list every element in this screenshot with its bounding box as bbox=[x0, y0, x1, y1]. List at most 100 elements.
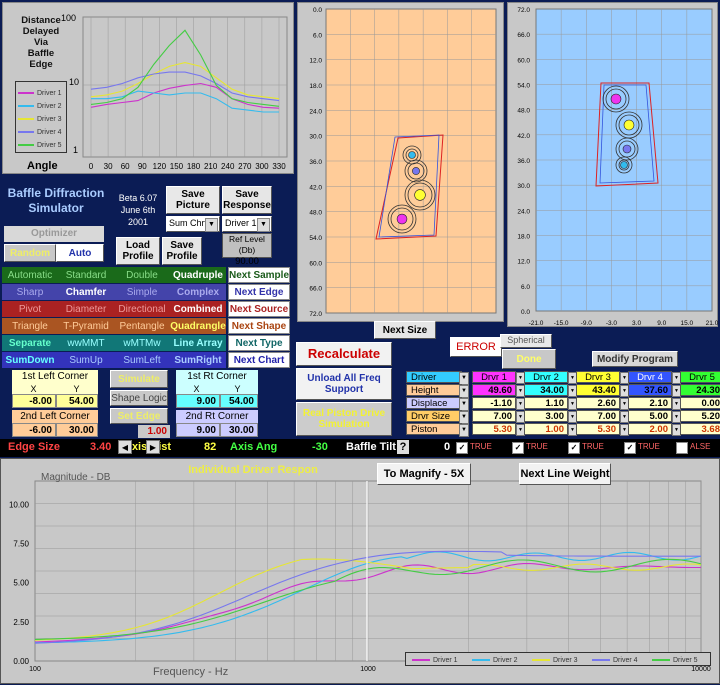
driver-dot[interactable] bbox=[408, 151, 416, 159]
shape-option-next-edge[interactable]: Next Edge bbox=[228, 284, 290, 300]
next-line-weight-button[interactable]: Next Line Weight bbox=[519, 463, 611, 485]
driver-select[interactable]: Driver 1 ▼ bbox=[222, 216, 272, 232]
driver-height-cell[interactable]: 43.40 bbox=[576, 384, 620, 396]
shape-option-pentangle[interactable]: Pentangle bbox=[114, 318, 170, 334]
recalculate-button[interactable]: Recalculate bbox=[296, 342, 392, 366]
shape-option-directional[interactable]: Directional bbox=[114, 301, 170, 317]
shape-option-sharp[interactable]: Sharp bbox=[2, 284, 58, 300]
shape-option-wmtmw[interactable]: wMTMw bbox=[114, 335, 170, 351]
chevron-down-icon[interactable]: ▼ bbox=[459, 424, 469, 437]
driver-column-header[interactable]: Drvr 5 bbox=[680, 371, 720, 383]
driver-piston-cell[interactable]: 2.00 bbox=[628, 423, 672, 435]
driver-column-header[interactable]: Drvr 2 bbox=[524, 371, 568, 383]
shape-option-line-array[interactable]: Line Array bbox=[170, 335, 226, 351]
driver-displace-cell[interactable]: 2.10 bbox=[628, 397, 672, 409]
side-view-chart[interactable]: 72.0 66.0 60.0 54.0 48.0 42.0 36.0 30.0 24.0 18.0… bbox=[508, 3, 719, 328]
shape-logic-button[interactable]: Shape Logic bbox=[110, 390, 168, 406]
shape-option-triangle[interactable]: Triangle bbox=[2, 318, 58, 334]
arrow-left-icon[interactable]: ◀ bbox=[118, 440, 132, 454]
driver-dot[interactable] bbox=[620, 161, 628, 169]
shape-option-next-source[interactable]: Next Source bbox=[228, 301, 290, 317]
done-button[interactable]: Done bbox=[502, 349, 556, 369]
driver-size-cell[interactable]: 5.00 bbox=[628, 410, 672, 422]
driver-piston-cell[interactable]: 3.68 bbox=[680, 423, 720, 435]
second-left-x-input[interactable]: -6.00 bbox=[12, 423, 56, 437]
chevron-down-icon[interactable]: ▼ bbox=[205, 218, 218, 232]
shape-option-next-type[interactable]: Next Type bbox=[228, 335, 290, 351]
save-picture-button[interactable]: Save Picture bbox=[166, 186, 220, 214]
driver-height-cell[interactable]: 24.30 bbox=[680, 384, 720, 396]
second-right-x-input[interactable]: 9.00 bbox=[176, 423, 220, 437]
shape-option-wwmmt[interactable]: wwMMT bbox=[58, 335, 114, 351]
driver-height-cell[interactable]: 37.60 bbox=[628, 384, 672, 396]
driver-dot[interactable] bbox=[414, 189, 426, 201]
ref-level-value[interactable]: 90.00 bbox=[223, 256, 271, 267]
driver-height-cell[interactable]: 34.00 bbox=[524, 384, 568, 396]
to-magnify-button[interactable]: To Magnify - 5X bbox=[377, 463, 471, 485]
shape-option-complex[interactable]: Complex bbox=[170, 284, 226, 300]
set-edge-button[interactable]: Set Edge bbox=[110, 408, 168, 424]
shape-option-sumup[interactable]: SumUp bbox=[58, 352, 114, 368]
shape-option-sumdown[interactable]: SumDown bbox=[2, 352, 58, 368]
individual-driver-response-button[interactable]: Individual Driver Respon bbox=[183, 461, 323, 479]
front-view-chart[interactable]: 0.0 6.0 12.0 18.0 24.0 30.0 36.0 42.0 48.0 54.0 60… bbox=[298, 3, 505, 323]
next-size-button[interactable]: Next Size bbox=[374, 321, 436, 339]
axis-ang-value[interactable]: -30 bbox=[312, 441, 328, 453]
shape-option-sumleft[interactable]: SumLeft bbox=[114, 352, 170, 368]
second-left-y-input[interactable]: 30.00 bbox=[56, 423, 98, 437]
driver-column-header[interactable]: Drvr 4 bbox=[628, 371, 672, 383]
driver-displace-cell[interactable]: 2.60 bbox=[576, 397, 620, 409]
edge-value[interactable]: 1.00 bbox=[138, 425, 170, 438]
shape-option-chamfer[interactable]: Chamfer bbox=[58, 284, 114, 300]
first-left-x-input[interactable]: -8.00 bbox=[12, 394, 56, 408]
enable-driver-checkbox[interactable]: ✓ bbox=[568, 442, 580, 454]
shape-option-pivot[interactable]: Pivot bbox=[2, 301, 58, 317]
shape-option-next-shape[interactable]: Next Shape bbox=[228, 318, 290, 334]
auto-button[interactable]: Auto bbox=[56, 244, 104, 262]
chevron-down-icon[interactable]: ▼ bbox=[257, 218, 270, 232]
driver-dot[interactable] bbox=[623, 119, 635, 131]
driver-displace-cell[interactable]: 1.10 bbox=[524, 397, 568, 409]
driver-piston-cell[interactable]: 5.30 bbox=[472, 423, 516, 435]
axis-dist-value[interactable]: 82 bbox=[204, 441, 216, 453]
shape-option-quadruple[interactable]: Quadruple bbox=[170, 267, 226, 283]
driver-size-cell[interactable]: 5.20 bbox=[680, 410, 720, 422]
driver-size-cell[interactable]: 7.00 bbox=[576, 410, 620, 422]
shape-option-standard[interactable]: Standard bbox=[58, 267, 114, 283]
modify-program-button[interactable]: Modify Program bbox=[592, 351, 678, 367]
driver-piston-cell[interactable]: 1.00 bbox=[524, 423, 568, 435]
shape-option-quadrangle[interactable]: Quadrangle bbox=[170, 318, 226, 334]
first-right-x-input[interactable]: 9.00 bbox=[176, 394, 220, 408]
edge-size-value[interactable]: 3.40 bbox=[90, 441, 111, 453]
load-profile-button[interactable]: Load Profile bbox=[116, 237, 160, 265]
driver-dot[interactable] bbox=[412, 167, 420, 175]
spherical-button[interactable]: Spherical bbox=[500, 334, 552, 348]
driver-dot[interactable] bbox=[396, 213, 408, 225]
driver-height-cell[interactable]: 49.60 bbox=[472, 384, 516, 396]
driver-size-cell[interactable]: 7.00 bbox=[472, 410, 516, 422]
second-right-y-input[interactable]: 30.00 bbox=[220, 423, 258, 437]
help-question-button[interactable]: ? bbox=[397, 440, 409, 454]
arrow-right-icon[interactable]: ▶ bbox=[146, 440, 160, 454]
driver-dot[interactable] bbox=[610, 93, 622, 105]
shape-option-diameter[interactable]: Diameter bbox=[58, 301, 114, 317]
driver-size-cell[interactable]: 3.00 bbox=[524, 410, 568, 422]
driver-piston-cell[interactable]: 5.30 bbox=[576, 423, 620, 435]
shape-option-next-chart[interactable]: Next Chart bbox=[228, 352, 290, 368]
save-response-button[interactable]: Save Response bbox=[222, 186, 272, 214]
first-left-y-input[interactable]: 54.00 bbox=[56, 394, 98, 408]
driver-column-header[interactable]: Drvr 3 bbox=[576, 371, 620, 383]
enable-driver-checkbox[interactable]: ✓ bbox=[624, 442, 636, 454]
enable-driver-checkbox[interactable]: ✓ bbox=[512, 442, 524, 454]
shape-option-combined[interactable]: Combined bbox=[170, 301, 226, 317]
driver-displace-cell[interactable]: -1.10 bbox=[472, 397, 516, 409]
real-piston-button[interactable]: Real Piston Drive Simulation bbox=[296, 402, 392, 436]
driver-dot[interactable] bbox=[622, 144, 632, 154]
simulate-button[interactable]: Simulate bbox=[110, 370, 168, 388]
unload-all-button[interactable]: Unload All Freq Support bbox=[296, 368, 392, 400]
shape-option-sumright[interactable]: SumRight bbox=[170, 352, 226, 368]
driver-displace-cell[interactable]: 0.00 bbox=[680, 397, 720, 409]
shape-option-double[interactable]: Double bbox=[114, 267, 170, 283]
shape-option-t-pyramid[interactable]: T-Pyramid bbox=[58, 318, 114, 334]
save-profile-button[interactable]: Save Profile bbox=[162, 237, 202, 265]
